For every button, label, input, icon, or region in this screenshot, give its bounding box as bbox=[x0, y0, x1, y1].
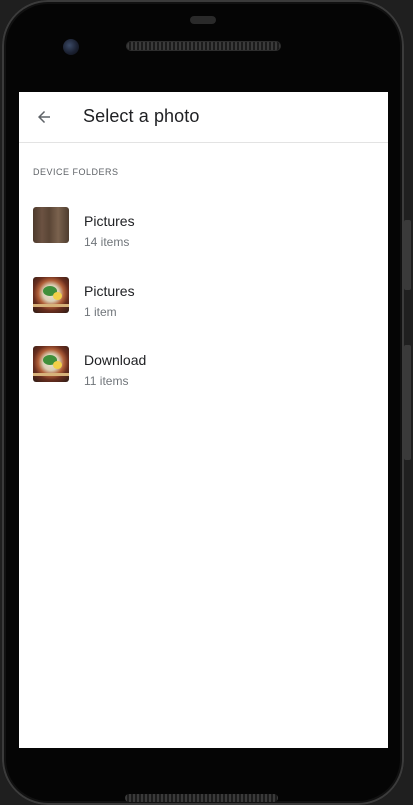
thumbnail-detail bbox=[33, 373, 69, 376]
power-button bbox=[404, 345, 411, 460]
device-frame: Select a photo DEVICE FOLDERS Pictures 1… bbox=[0, 0, 413, 805]
folder-item-download[interactable]: Download 11 items bbox=[19, 333, 388, 403]
folder-name: Pictures bbox=[84, 213, 135, 229]
folder-thumbnail bbox=[33, 346, 69, 382]
folder-list: Pictures 14 items Pictures 1 item Downlo… bbox=[19, 194, 388, 403]
arrow-back-icon bbox=[38, 111, 50, 123]
thumbnail-detail bbox=[53, 291, 62, 300]
folder-item-pictures[interactable]: Pictures 14 items bbox=[19, 194, 388, 264]
top-sensor bbox=[190, 16, 216, 24]
top-speaker-grill bbox=[127, 42, 280, 50]
folder-name: Download bbox=[84, 352, 147, 368]
folder-count: 14 items bbox=[84, 235, 130, 249]
folder-count: 11 items bbox=[84, 374, 129, 388]
thumbnail-detail bbox=[33, 303, 69, 307]
folder-count: 1 item bbox=[84, 304, 117, 319]
section-header: DEVICE FOLDERS bbox=[33, 167, 119, 177]
thumbnail-detail bbox=[53, 361, 62, 369]
folder-name: Pictures bbox=[84, 282, 135, 299]
app-bar: Select a photo bbox=[19, 92, 388, 143]
folder-item-pictures-2[interactable]: Pictures 1 item bbox=[19, 264, 388, 334]
app-screen: Select a photo DEVICE FOLDERS Pictures 1… bbox=[19, 92, 388, 748]
bottom-speaker-grill bbox=[125, 794, 278, 802]
folder-thumbnail bbox=[33, 207, 69, 243]
volume-button bbox=[404, 220, 411, 290]
folder-thumbnail bbox=[33, 276, 69, 313]
page-title: Select a photo bbox=[83, 106, 200, 126]
back-button[interactable] bbox=[32, 105, 56, 129]
front-camera bbox=[63, 39, 79, 55]
